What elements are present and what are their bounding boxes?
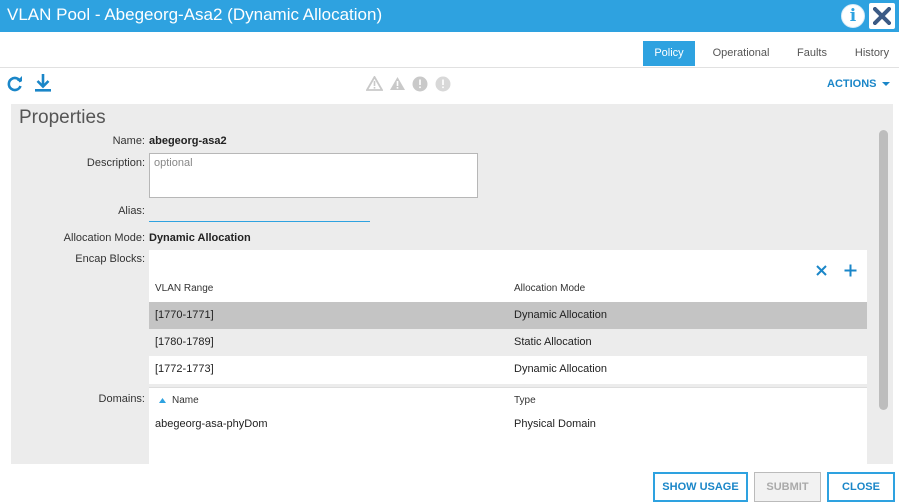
tab-operational[interactable]: Operational [703,41,779,66]
column-header-name[interactable]: Name [172,395,199,406]
domains-table-header: Name Type [149,387,867,413]
encap-table-header: VLAN Range Allocation Mode [149,283,867,303]
properties-heading: Properties [19,107,106,128]
name-label: Name: [112,135,145,147]
allocation-mode-cell: Static Allocation [514,336,592,348]
description-label: Description: [86,157,145,169]
download-icon[interactable] [34,73,52,93]
vlan-range-cell: [1772-1773] [155,363,214,375]
column-header-type[interactable]: Type [514,395,536,406]
table-row[interactable]: [1772-1773] Dynamic Allocation [149,356,867,383]
vlan-range-cell: [1770-1771] [155,309,214,321]
actions-label: ACTIONS [827,78,877,90]
description-field[interactable] [149,153,478,198]
table-row[interactable]: abegeorg-asa-phyDom Physical Domain [149,411,867,438]
submit-button[interactable]: SUBMIT [754,472,821,502]
minor-fault-icon[interactable] [412,76,428,92]
window-title: VLAN Pool - Abegeorg-Asa2 (Dynamic Alloc… [7,5,383,24]
tab-history[interactable]: History [845,41,899,66]
allocation-mode-cell: Dynamic Allocation [514,309,607,321]
domain-name-cell: abegeorg-asa-phyDom [155,418,268,430]
major-fault-icon[interactable] [389,76,406,91]
close-button[interactable]: CLOSE [827,472,895,502]
allocation-mode-value: Dynamic Allocation [149,232,251,244]
domains-table: Name Type abegeorg-asa-phyDom Physical D… [149,387,867,464]
refresh-icon[interactable] [6,75,24,93]
description-input[interactable] [150,154,477,197]
alias-label: Alias: [118,205,145,217]
delete-icon[interactable] [816,265,827,276]
vertical-scrollbar[interactable] [879,130,888,410]
window-titlebar: VLAN Pool - Abegeorg-Asa2 (Dynamic Alloc… [0,0,899,32]
allocation-mode-label: Allocation Mode: [63,232,145,244]
table-row[interactable]: [1770-1771] Dynamic Allocation [149,302,867,329]
tab-bar: Policy Operational Faults History [0,32,899,68]
actions-menu[interactable]: ACTIONS [827,78,890,90]
sort-ascending-icon[interactable] [159,398,166,403]
add-icon[interactable] [844,264,857,277]
domain-type-cell: Physical Domain [514,418,596,430]
show-usage-button[interactable]: SHOW USAGE [653,472,748,502]
info-icon[interactable]: i [841,4,865,28]
alias-input[interactable] [149,204,370,222]
vlan-range-cell: [1780-1789] [155,336,214,348]
chevron-down-icon [881,82,890,86]
allocation-mode-cell: Dynamic Allocation [514,363,607,375]
tab-policy[interactable]: Policy [643,41,695,66]
table-row[interactable]: [1780-1789] Static Allocation [149,329,867,356]
critical-fault-icon[interactable] [366,76,383,91]
encap-blocks-table: VLAN Range Allocation Mode [1770-1771] D… [149,250,867,384]
column-header-vlan-range[interactable]: VLAN Range [155,283,213,294]
column-header-allocation-mode[interactable]: Allocation Mode [514,283,585,294]
name-value: abegeorg-asa2 [149,135,227,147]
encap-blocks-label: Encap Blocks: [75,253,145,265]
close-icon [873,7,891,25]
tab-faults[interactable]: Faults [789,41,835,66]
close-window-button[interactable] [869,3,895,29]
warning-fault-icon[interactable] [435,76,451,92]
toolbar: ACTIONS [0,68,899,100]
domains-label: Domains: [98,393,145,405]
properties-panel: Properties Name: abegeorg-asa2 Descripti… [11,104,893,464]
